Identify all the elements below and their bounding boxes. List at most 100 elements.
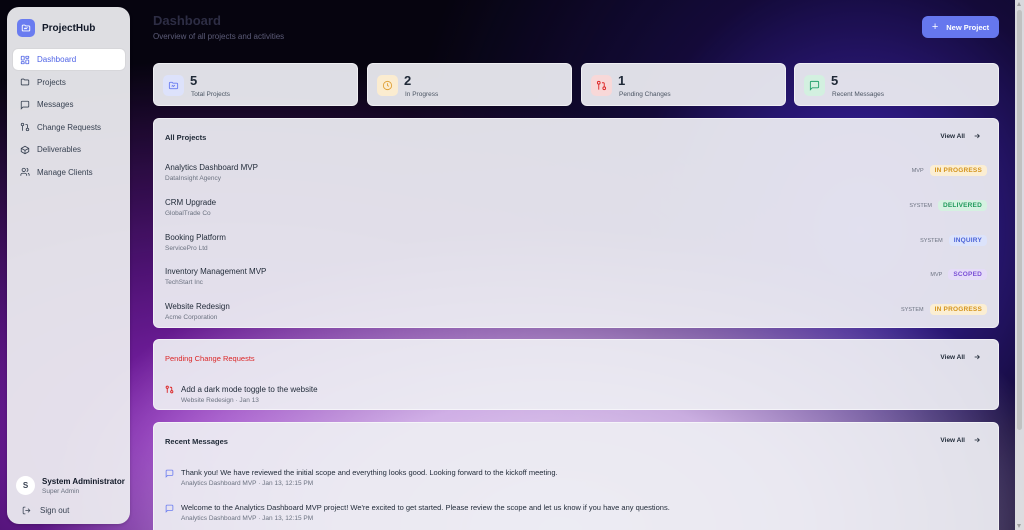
- recent-messages-card: Recent Messages View All Thank you! We h…: [153, 422, 999, 530]
- clock-icon: [377, 75, 398, 96]
- sidebar-item-deliverables[interactable]: Deliverables: [13, 139, 125, 160]
- message-text: Thank you! We have reviewed the initial …: [181, 468, 558, 477]
- project-row[interactable]: Booking Platform ServicePro Ltd SYSTEM I…: [165, 233, 987, 263]
- project-client: GlobalTrade Co: [165, 210, 211, 217]
- stat-label: In Progress: [405, 91, 439, 98]
- project-type: SYSTEM: [909, 202, 932, 209]
- project-row[interactable]: Analytics Dashboard MVP DataInsight Agen…: [165, 163, 987, 193]
- view-all-change-requests-link[interactable]: View All: [940, 353, 981, 361]
- view-all-label: View All: [940, 132, 965, 140]
- stat-card-recent-messages[interactable]: 5 Recent Messages: [794, 63, 999, 106]
- sidebar-item-label: Manage Clients: [37, 167, 93, 177]
- project-row[interactable]: CRM Upgrade GlobalTrade Co SYSTEM DELIVE…: [165, 198, 987, 228]
- stat-card-total-projects[interactable]: 5 Total Projects: [153, 63, 358, 106]
- package-icon: [20, 145, 30, 154]
- status-badge: INQUIRY: [948, 235, 987, 246]
- stat-label: Pending Changes: [619, 91, 671, 98]
- project-name: Inventory Management MVP: [165, 267, 267, 276]
- project-row[interactable]: Inventory Management MVP TechStart Inc M…: [165, 267, 987, 297]
- sidebar-nav: Dashboard Projects Messages Change Reque…: [13, 49, 125, 184]
- project-name: Analytics Dashboard MVP: [165, 163, 258, 172]
- arrow-right-icon: [974, 354, 980, 360]
- sidebar-item-label: Projects: [37, 77, 66, 87]
- sign-out-button[interactable]: Sign out: [22, 506, 69, 515]
- user-name: System Administrator: [42, 476, 125, 486]
- arrow-right-icon: [974, 133, 980, 139]
- message-item[interactable]: Welcome to the Analytics Dashboard MVP p…: [165, 503, 987, 527]
- status-badge: IN PROGRESS: [929, 165, 987, 176]
- page-subtitle: Overview of all projects and activities: [153, 32, 285, 41]
- stat-value: 2: [404, 73, 412, 88]
- change-request-title: Add a dark mode toggle to the website: [181, 385, 318, 394]
- sidebar: ProjectHub Dashboard Projects Messages C…: [7, 7, 130, 524]
- scrollbar-thumb[interactable]: [1017, 10, 1022, 430]
- card-title: Pending Change Requests: [165, 354, 255, 363]
- status-badge: IN PROGRESS: [929, 304, 987, 315]
- card-title: Recent Messages: [165, 437, 228, 446]
- view-all-label: View All: [940, 436, 965, 444]
- project-client: DataInsight Agency: [165, 175, 222, 182]
- message-item[interactable]: Thank you! We have reviewed the initial …: [165, 468, 987, 492]
- project-name: Website Redesign: [165, 302, 230, 311]
- folder-icon: [20, 78, 30, 86]
- message-icon: [804, 75, 825, 96]
- stat-value: 5: [831, 73, 839, 88]
- brand[interactable]: ProjectHub: [17, 19, 95, 37]
- new-project-button[interactable]: + New Project: [922, 16, 999, 38]
- view-all-messages-link[interactable]: View All: [940, 436, 981, 444]
- all-projects-card: All Projects View All Analytics Dashboar…: [153, 118, 999, 328]
- pending-change-requests-card: Pending Change Requests View All Add a d…: [153, 339, 999, 410]
- sidebar-item-dashboard[interactable]: Dashboard: [13, 49, 125, 70]
- sidebar-item-projects[interactable]: Projects: [13, 72, 125, 93]
- project-type: SYSTEM: [920, 237, 943, 244]
- stat-card-pending-changes[interactable]: 1 Pending Changes: [581, 63, 786, 106]
- project-client: TechStart Inc: [165, 279, 203, 286]
- dashboard-icon: [20, 55, 30, 64]
- stat-label: Total Projects: [191, 91, 231, 98]
- project-type: MVP: [930, 271, 943, 278]
- git-pull-request-icon: [20, 122, 30, 132]
- project-client: ServicePro Ltd: [165, 245, 208, 252]
- page-title: Dashboard: [153, 13, 221, 28]
- user-role: Super Admin: [42, 487, 80, 495]
- stat-label: Recent Messages: [832, 91, 885, 98]
- project-row[interactable]: Website Redesign Acme Corporation SYSTEM…: [165, 302, 987, 332]
- status-badge: SCOPED: [948, 269, 987, 280]
- folder-icon: [163, 75, 184, 96]
- sign-out-label: Sign out: [40, 506, 70, 515]
- sidebar-item-messages[interactable]: Messages: [13, 94, 125, 115]
- sidebar-item-manage-clients[interactable]: Manage Clients: [13, 162, 125, 183]
- change-request-meta: Website Redesign · Jan 13: [181, 397, 259, 404]
- project-client: Acme Corporation: [165, 314, 218, 321]
- project-type: MVP: [911, 167, 924, 174]
- card-title: All Projects: [165, 133, 207, 142]
- arrow-right-icon: [974, 437, 980, 443]
- sidebar-item-label: Deliverables: [37, 145, 82, 154]
- new-project-label: New Project: [946, 22, 990, 32]
- message-icon: [165, 469, 174, 478]
- message-meta: Analytics Dashboard MVP · Jan 13, 12:15 …: [181, 515, 314, 522]
- plus-icon: +: [931, 21, 939, 33]
- project-type: SYSTEM: [901, 306, 924, 313]
- git-pull-request-icon: [591, 75, 612, 96]
- stat-value: 5: [190, 73, 198, 88]
- stat-card-in-progress[interactable]: 2 In Progress: [367, 63, 572, 106]
- scroll-up-icon[interactable]: [1017, 2, 1021, 6]
- message-meta: Analytics Dashboard MVP · Jan 13, 12:15 …: [181, 480, 314, 487]
- status-badge: DELIVERED: [937, 200, 987, 211]
- message-icon: [20, 100, 30, 110]
- app-name: ProjectHub: [42, 22, 96, 34]
- folder-logo-icon: [17, 19, 35, 37]
- scroll-down-icon[interactable]: [1017, 524, 1021, 528]
- view-all-label: View All: [940, 353, 965, 361]
- logout-icon: [22, 506, 31, 515]
- page-scrollbar[interactable]: [1015, 0, 1024, 530]
- sidebar-item-label: Dashboard: [37, 55, 77, 64]
- sidebar-item-change-requests[interactable]: Change Requests: [13, 117, 125, 138]
- avatar: S: [16, 476, 35, 495]
- user-profile[interactable]: S System Administrator Super Admin: [16, 476, 125, 495]
- message-text: Welcome to the Analytics Dashboard MVP p…: [181, 503, 670, 512]
- sidebar-item-label: Change Requests: [37, 122, 102, 132]
- view-all-projects-link[interactable]: View All: [940, 132, 981, 140]
- stat-value: 1: [618, 73, 626, 88]
